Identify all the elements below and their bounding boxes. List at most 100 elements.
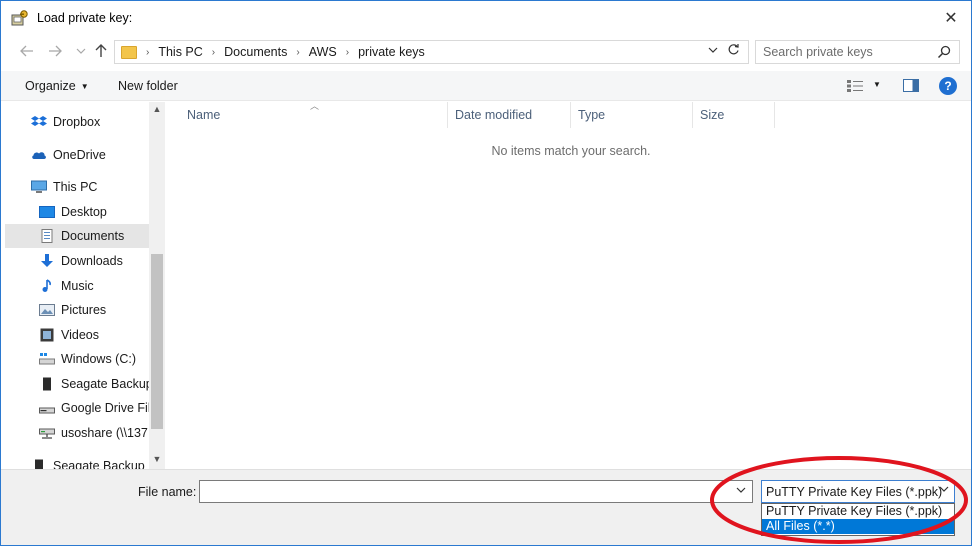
- column-header-type[interactable]: Type: [571, 102, 693, 128]
- file-name-input[interactable]: [200, 481, 752, 502]
- scroll-thumb[interactable]: [151, 254, 163, 429]
- file-type-select[interactable]: PuTTY Private Key Files (*.ppk): [761, 480, 955, 503]
- file-type-selected: PuTTY Private Key Files (*.ppk): [766, 484, 943, 499]
- search-input[interactable]: [763, 45, 933, 59]
- view-options-icon[interactable]: [847, 80, 863, 92]
- breadcrumb-aws[interactable]: AWS: [309, 45, 337, 59]
- putty-key-icon: [11, 10, 28, 26]
- file-name-combobox[interactable]: [199, 480, 753, 503]
- forward-button[interactable]: [45, 41, 65, 61]
- onedrive-icon: [32, 152, 46, 159]
- column-label: Date modified: [455, 108, 533, 122]
- column-header-date-modified[interactable]: Date modified: [448, 102, 571, 128]
- nav-label: OneDrive: [53, 148, 106, 162]
- close-button[interactable]: ✕: [937, 5, 965, 31]
- nav-item-music[interactable]: Music: [39, 274, 165, 298]
- forward-arrow-icon: [49, 45, 62, 57]
- close-icon: ✕: [944, 10, 958, 27]
- dropbox-icon: [31, 116, 47, 126]
- new-folder-label: New folder: [118, 79, 178, 93]
- file-type-options-list: PuTTY Private Key Files (*.ppk) All File…: [761, 503, 955, 536]
- window-title: Load private key:: [37, 11, 133, 25]
- column-header-size[interactable]: Size: [693, 102, 775, 128]
- chevron-down-icon: [736, 487, 746, 493]
- file-type-option-all-files[interactable]: All Files (*.*): [762, 519, 954, 534]
- nav-item-dropbox[interactable]: Dropbox: [31, 110, 165, 134]
- nav-item-google-drive[interactable]: Google Drive File: [39, 396, 165, 420]
- nav-label: Google Drive File: [61, 401, 158, 415]
- nav-item-windows-c[interactable]: Windows (C:): [39, 347, 165, 371]
- nav-label: Downloads: [61, 254, 123, 268]
- refresh-button[interactable]: [727, 43, 740, 59]
- nav-label: Seagate Backup: [61, 377, 153, 391]
- breadcrumb-this-pc[interactable]: This PC: [158, 45, 202, 59]
- nav-item-videos[interactable]: Videos: [39, 323, 165, 347]
- chevron-down-icon: [939, 486, 949, 492]
- search-icon: [937, 45, 951, 59]
- up-button[interactable]: [91, 41, 111, 61]
- file-name-dropdown-button[interactable]: [736, 485, 746, 496]
- column-label: Type: [578, 108, 606, 122]
- network-drive-icon: [39, 428, 55, 439]
- nav-label: Dropbox: [53, 115, 101, 129]
- nav-label: Videos: [61, 328, 99, 342]
- nav-label: Pictures: [61, 303, 107, 317]
- music-icon: [42, 279, 51, 292]
- column-label: Name: [187, 108, 221, 122]
- file-name-area: File name: PuTTY Private Key Files (*.pp…: [1, 469, 971, 545]
- up-arrow-icon: [95, 44, 107, 57]
- nav-label: Music: [61, 279, 94, 293]
- nav-item-this-pc[interactable]: This PC: [31, 175, 165, 199]
- help-icon[interactable]: ?: [939, 77, 957, 95]
- breadcrumb-separator: ›: [146, 46, 150, 58]
- breadcrumb-documents[interactable]: Documents: [224, 45, 287, 59]
- external-drive-icon: [35, 459, 43, 469]
- file-type-option-ppk[interactable]: PuTTY Private Key Files (*.ppk): [762, 504, 954, 519]
- nav-label: Documents: [61, 229, 125, 243]
- recent-locations-button[interactable]: [71, 41, 91, 61]
- nav-item-usoshare[interactable]: usoshare (\\137.: [39, 421, 165, 445]
- downloads-icon: [41, 254, 53, 267]
- nav-scrollbar[interactable]: ▲ ▼: [149, 102, 165, 469]
- nav-label: This PC: [53, 180, 98, 194]
- nav-label: Seagate Backup P: [53, 459, 157, 469]
- column-label: Size: [700, 108, 725, 122]
- breadcrumb-private-keys[interactable]: private keys: [358, 45, 425, 59]
- file-type-dropdown-button[interactable]: [939, 484, 949, 495]
- nav-item-downloads[interactable]: Downloads: [39, 249, 165, 273]
- file-list: ︿ Name Date modified Type Size No items …: [165, 101, 971, 469]
- empty-message: No items match your search.: [491, 144, 651, 158]
- nav-item-onedrive[interactable]: OneDrive: [31, 143, 165, 167]
- drive-icon: [39, 407, 55, 414]
- title-bar: Load private key: ✕: [1, 1, 971, 35]
- nav-item-seagate-backup-plus[interactable]: Seagate Backup P: [31, 454, 165, 469]
- nav-item-pictures[interactable]: Pictures: [39, 298, 165, 322]
- load-private-key-dialog: Load private key: ✕ › This PC › Document…: [0, 0, 972, 546]
- organize-label: Organize: [25, 79, 76, 93]
- scroll-up-icon[interactable]: ▲: [149, 104, 165, 118]
- organize-button[interactable]: Organize ▼: [25, 79, 89, 93]
- view-caret-down-icon[interactable]: ▼: [873, 80, 881, 89]
- scroll-down-icon[interactable]: ▼: [149, 454, 165, 468]
- breadcrumb-separator: ›: [296, 46, 300, 58]
- nav-item-documents[interactable]: Documents: [5, 224, 149, 248]
- navigation-pane: Dropbox OneDrive This PC Desktop Documen…: [1, 102, 165, 469]
- address-dropdown-button[interactable]: [708, 44, 718, 56]
- file-name-label: File name:: [138, 485, 197, 499]
- refresh-icon: [728, 44, 739, 55]
- breadcrumb-separator: ›: [211, 46, 216, 58]
- column-header-name[interactable]: Name: [165, 102, 448, 128]
- address-bar[interactable]: › This PC › Documents › AWS › private ke…: [114, 40, 749, 64]
- videos-icon: [40, 328, 54, 342]
- nav-item-seagate-backup[interactable]: Seagate Backup: [39, 372, 165, 396]
- command-toolbar: Organize ▼ New folder ▼ ?: [1, 71, 971, 101]
- preview-pane-icon[interactable]: [903, 79, 919, 92]
- desktop-icon: [39, 206, 55, 218]
- chevron-down-icon: [76, 48, 86, 54]
- search-box[interactable]: [755, 40, 960, 64]
- nav-item-desktop[interactable]: Desktop: [39, 200, 165, 224]
- back-button[interactable]: [17, 41, 37, 61]
- new-folder-button[interactable]: New folder: [118, 79, 178, 93]
- folder-icon: [121, 45, 137, 59]
- computer-icon: [31, 180, 47, 193]
